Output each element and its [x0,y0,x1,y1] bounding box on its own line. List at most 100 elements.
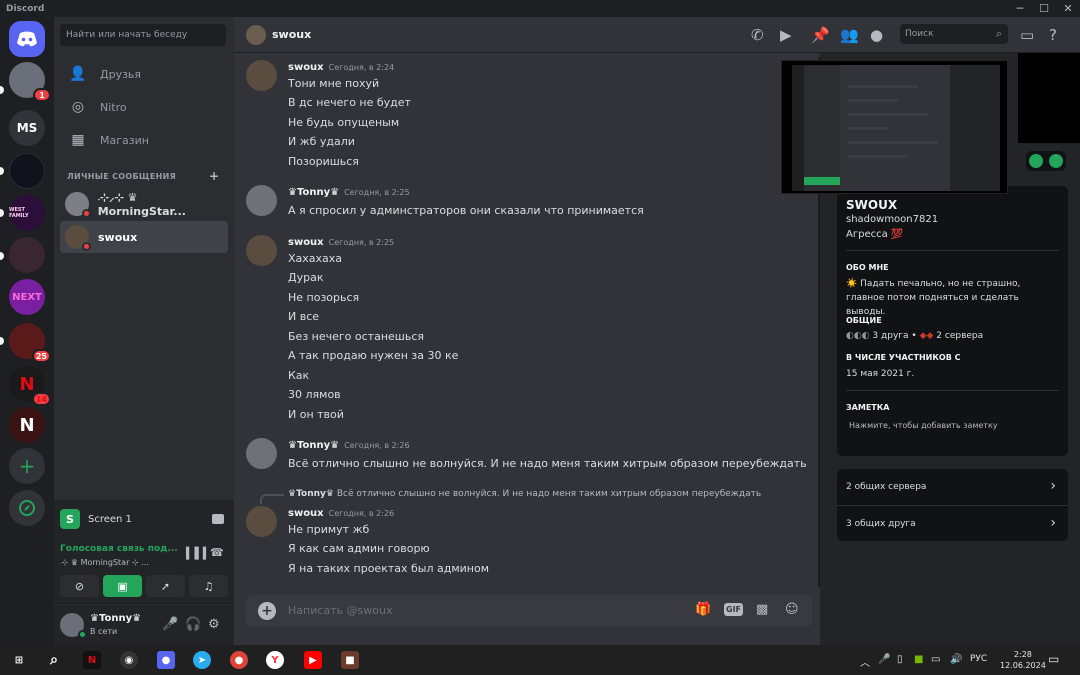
inbox-icon[interactable]: ▭ [1020,26,1034,44]
app-title: Discord [6,3,45,14]
telegram-icon[interactable]: ➤ [193,651,211,669]
mic-tray-icon[interactable]: 🎤 [878,654,890,665]
home-button[interactable] [9,21,45,57]
avatar[interactable] [246,438,277,469]
message-input[interactable]: Написать @swoux [288,604,392,617]
author-name[interactable]: swoux [288,237,324,248]
search-input[interactable]: Поиск ⌕ [900,24,1008,44]
dm-item[interactable]: ܁⊹⸝⊹ ♛ MorningStar... [60,188,228,220]
tray-overflow-chevron-icon[interactable]: ︿ [860,654,870,669]
preview-bar [804,65,840,191]
banner-image [1018,53,1080,143]
nav-friends[interactable]: 👤 Друзья [60,59,228,89]
volume-tray-icon[interactable]: 🔊 [950,654,962,665]
about-label: ОБО МНЕ [846,263,889,272]
mutual-servers-link[interactable]: 2 сервера [936,331,983,341]
gift-icon[interactable]: 🎁 [695,602,711,617]
maximize-button[interactable]: ☐ [1032,2,1056,15]
language-indicator[interactable]: РУС [970,654,987,664]
mutual-friends-link[interactable]: 3 друга [872,331,908,341]
camera-off-button[interactable]: ⊘ [60,575,99,597]
reply-preview[interactable]: ♛Tonny♛ Всё отлично слышно не волнуйся. … [288,489,761,499]
avatar [65,192,91,218]
dnd-status-icon [82,242,91,251]
badge-icon[interactable] [1029,154,1043,168]
dm-item-active[interactable]: swoux [60,221,228,253]
headphones-icon[interactable]: 🎧 [185,617,201,632]
chrome-icon[interactable]: ● [230,651,248,669]
soundwave-icon[interactable]: ▍▌▍ [186,547,211,560]
unread-pill [0,86,4,94]
pin-icon[interactable]: 📌 [811,26,830,44]
add-server-button[interactable]: + [9,448,45,484]
settings-gear-icon[interactable]: ⚙ [208,617,220,632]
nav-shop[interactable]: ▦ Магазин [60,125,228,155]
youtube-icon[interactable]: ▶ [304,651,322,669]
yandex-browser-icon[interactable]: Y [266,651,284,669]
notifications-icon[interactable]: ▭ [1048,652,1059,666]
disconnect-icon[interactable]: ☎ [210,546,224,559]
windows-start-icon[interactable]: ⊞ [10,651,28,669]
user-panel: ♛Tonny♛ В сети 🎤 🎧 ⚙ [54,605,234,645]
activities-button[interactable]: ➚ [146,575,185,597]
voice-call-icon[interactable]: ✆ [751,26,764,44]
mutual-servers-row[interactable]: 2 общих сервера › [837,469,1068,505]
sticker-icon[interactable]: ▩ [756,602,768,617]
server-icon[interactable]: 25 [9,323,51,363]
video-call-icon[interactable]: ▶ [780,26,792,44]
minimize-button[interactable]: ─ [1008,2,1032,15]
note-input[interactable]: Нажмите, чтобы добавить заметку [849,421,998,430]
channel-name: swoux [272,28,312,41]
user-profile-icon[interactable]: ● [870,26,883,44]
add-friends-to-dm-icon[interactable]: 👥 [840,26,859,44]
message-composer: + Написать @swoux 🎁 GIF ▩ ☺ [246,595,812,627]
mic-icon[interactable]: 🎤 [162,617,178,632]
author-name[interactable]: swoux [288,508,324,519]
plus-icon: + [18,454,36,478]
mutual-friends-row[interactable]: 3 общих друга › [837,505,1068,541]
find-conversation-button[interactable]: Найти или начать беседу [60,24,226,46]
server-icon-netflix[interactable]: N 14 [9,366,51,406]
search-icon[interactable]: ⌕ [45,651,63,669]
avatar[interactable] [246,506,277,537]
author-name[interactable]: ♛Tonny♛ [288,440,339,451]
server-icon[interactable] [9,153,45,189]
badge-icon[interactable] [1049,154,1063,168]
discord-taskbar-icon[interactable]: ● [157,651,175,669]
server-icon-ms[interactable]: MS [9,110,45,146]
game-icon[interactable]: ■ [341,651,359,669]
server-icon-next[interactable]: NEXT [9,279,45,315]
netflix-icon[interactable]: N [83,651,101,669]
avatar[interactable] [246,235,277,266]
obs-icon[interactable]: ◉ [120,651,138,669]
server-icon[interactable]: 1 [9,62,51,102]
help-icon[interactable]: ? [1049,26,1057,44]
avatar[interactable] [246,185,277,216]
upload-plus-icon[interactable]: + [258,602,276,620]
message-list: swoux Сегодня, в 2:24 Тони мне похуй В дс… [234,53,822,645]
create-dm-plus-icon[interactable]: + [209,169,219,183]
emoji-icon[interactable]: ☺ [785,602,799,617]
avatar[interactable] [246,60,277,91]
server-icon-west-family[interactable]: WEST FAMILY [9,195,45,231]
usb-tray-icon[interactable]: ▯ [897,654,903,665]
close-button[interactable]: ✕ [1056,2,1080,15]
screen-share-row[interactable]: S Screen 1 [60,508,228,530]
server-icon[interactable] [9,237,45,273]
network-tray-icon[interactable]: ▭ [931,654,940,665]
author-name[interactable]: swoux [288,62,324,73]
soundboard-button[interactable]: ♫ [189,575,228,597]
nav-nitro[interactable]: ◎ Nitro [60,92,228,122]
custom-status: Агресса 💯 [846,229,904,240]
explore-servers-button[interactable] [9,490,45,526]
author-name[interactable]: ♛Tonny♛ [288,187,339,198]
nvidia-tray-icon[interactable]: ■ [914,654,923,665]
member-since-label: В ЧИСЛЕ УЧАСТНИКОВ С [846,353,961,362]
clock[interactable]: 2:28 12.06.2024 [1000,649,1046,671]
screen-share-button[interactable]: ▣ [103,575,142,597]
gif-button[interactable]: GIF [724,603,744,616]
stop-stream-icon[interactable] [212,514,224,524]
screen-share-preview[interactable] [781,60,1008,194]
message-line: Позоришься [288,155,359,168]
server-icon-n[interactable]: N [9,407,45,443]
